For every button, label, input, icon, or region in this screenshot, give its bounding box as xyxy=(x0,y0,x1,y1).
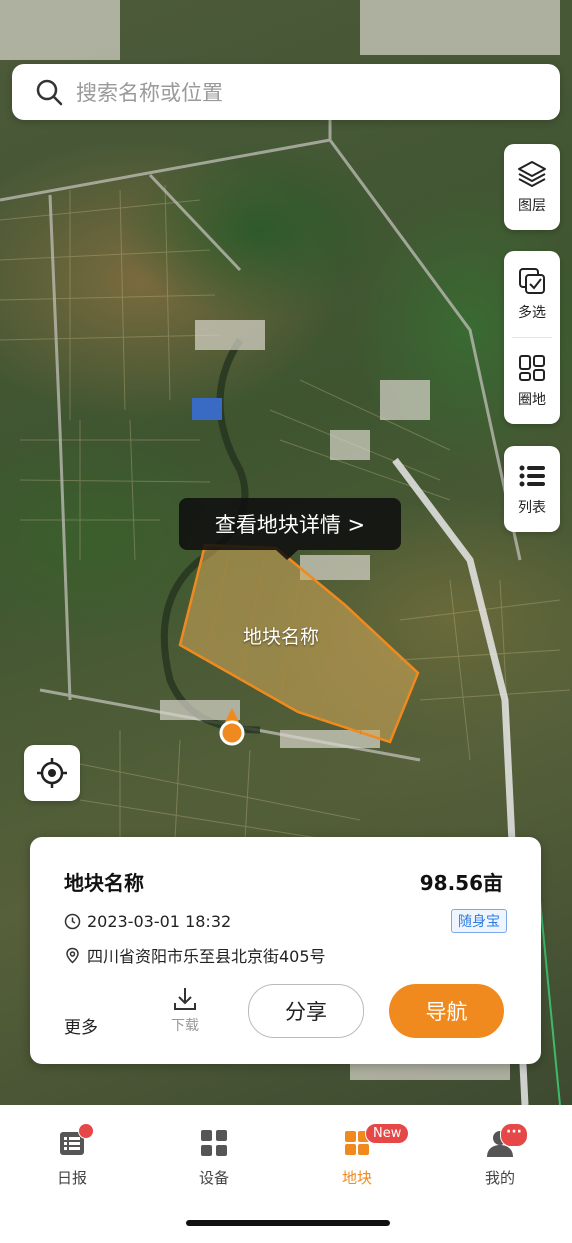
source-tag: 随身宝 xyxy=(451,909,507,933)
field-name-label: 地块名称 xyxy=(243,626,320,648)
share-button[interactable]: 分享 xyxy=(248,984,364,1038)
list-button[interactable]: 列表 xyxy=(504,446,560,532)
field-detail-tooltip[interactable]: 查看地块详情 > xyxy=(179,498,401,550)
field-info-card: 地块名称 98.56亩 2023-03-01 18:32 随身宝 四川省资阳市乐… xyxy=(30,837,541,1064)
field-area: 98.56亩 xyxy=(419,871,503,895)
crosshair-icon xyxy=(37,758,67,788)
location-pin-icon xyxy=(66,947,79,964)
navigate-button[interactable]: 导航 xyxy=(389,984,504,1038)
layers-label: 图层 xyxy=(518,198,546,214)
more-button[interactable]: 更多 xyxy=(64,1013,98,1038)
tab-profile[interactable]: 我的 ··· xyxy=(450,1123,550,1188)
list-panel: 列表 xyxy=(504,446,560,532)
new-badge: New xyxy=(365,1123,410,1144)
list-label: 列表 xyxy=(518,500,546,516)
circle-field-icon xyxy=(519,355,545,381)
tab-device[interactable]: 设备 xyxy=(164,1127,264,1188)
download-button[interactable]: 下载 xyxy=(165,985,205,1035)
tab-device-label: 设备 xyxy=(198,1169,229,1187)
layers-button[interactable]: 图层 xyxy=(504,144,560,230)
multiselect-button[interactable]: 多选 xyxy=(504,251,560,337)
search-input[interactable]: 搜索名称或位置 xyxy=(76,77,223,107)
tab-profile-label: 我的 xyxy=(484,1169,515,1187)
clock-icon xyxy=(64,913,81,930)
tab-report-label: 日报 xyxy=(56,1169,87,1187)
list-icon xyxy=(519,465,545,487)
search-bar[interactable]: 搜索名称或位置 xyxy=(12,64,560,120)
search-icon xyxy=(36,79,63,106)
notification-dot xyxy=(78,1123,94,1139)
datetime-row: 2023-03-01 18:32 xyxy=(64,912,231,931)
layers-icon xyxy=(518,161,546,187)
address-text: 四川省资阳市乐至县北京街405号 xyxy=(87,947,326,966)
tab-field-label: 地块 xyxy=(341,1169,372,1187)
select-tools-panel: 多选 圈地 xyxy=(504,251,560,424)
bottom-tab-bar: 日报 设备 地块 New 我的 ··· xyxy=(0,1105,572,1243)
circle-field-button[interactable]: 圈地 xyxy=(504,338,560,424)
datetime-text: 2023-03-01 18:32 xyxy=(87,912,232,931)
message-badge: ··· xyxy=(500,1123,528,1147)
home-indicator xyxy=(186,1220,390,1226)
tab-field[interactable]: 地块 New xyxy=(307,1123,410,1188)
device-icon xyxy=(201,1130,227,1156)
tab-report[interactable]: 日报 xyxy=(22,1123,122,1188)
address-row: 四川省资阳市乐至县北京街405号 xyxy=(64,943,326,967)
locate-button[interactable] xyxy=(24,745,80,801)
download-icon xyxy=(174,988,196,1010)
multiselect-icon xyxy=(519,268,545,294)
multiselect-label: 多选 xyxy=(518,305,546,321)
layers-panel: 图层 xyxy=(504,144,560,230)
tooltip-arrow xyxy=(276,550,298,560)
download-label: 下载 xyxy=(171,1018,199,1034)
field-title: 地块名称 xyxy=(64,871,144,895)
circle-field-label: 圈地 xyxy=(518,392,546,408)
